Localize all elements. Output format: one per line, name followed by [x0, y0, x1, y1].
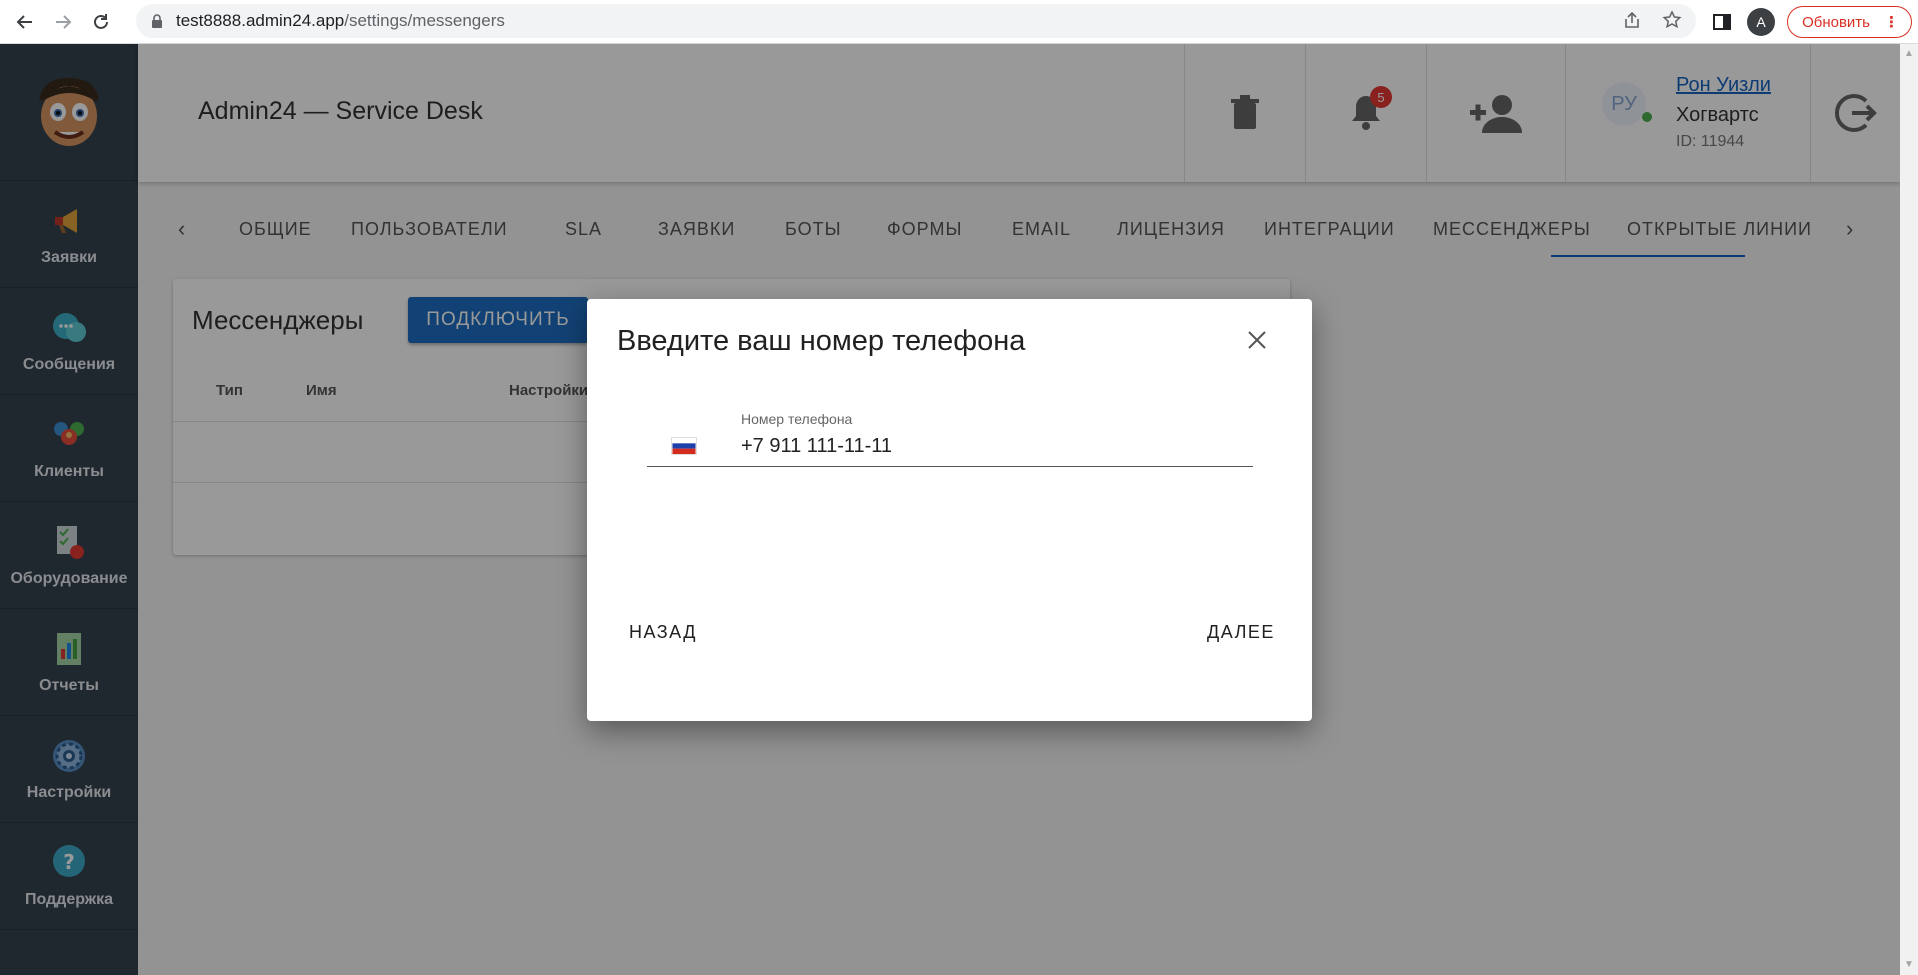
forward-arrow-icon[interactable]	[50, 9, 76, 35]
dialog-title: Введите ваш номер телефона	[617, 325, 1026, 357]
back-button[interactable]: НАЗАД	[629, 622, 697, 643]
url-text: test8888.admin24.app/settings/messengers	[176, 11, 505, 30]
lock-icon	[152, 14, 162, 28]
phone-number-field[interactable]: Номер телефона +7 911 111-11-11	[647, 405, 1253, 467]
browser-toolbar: test8888.admin24.app/settings/messengers…	[0, 0, 1918, 44]
scroll-down-icon[interactable]: ▼	[1904, 959, 1914, 970]
phone-input[interactable]: +7 911 111-11-11	[741, 435, 892, 458]
more-vert-icon: ⋮	[1884, 14, 1899, 31]
close-icon	[1248, 331, 1266, 349]
share-icon[interactable]	[1622, 10, 1642, 30]
russia-flag-icon[interactable]	[671, 437, 697, 455]
update-button[interactable]: Обновить ⋮	[1787, 6, 1912, 38]
close-button[interactable]	[1242, 325, 1272, 355]
back-arrow-icon[interactable]	[12, 9, 38, 35]
address-bar[interactable]: test8888.admin24.app/settings/messengers	[136, 4, 1696, 38]
side-panel-icon[interactable]	[1709, 9, 1735, 35]
profile-avatar[interactable]: A	[1747, 8, 1776, 36]
next-button[interactable]: ДАЛЕЕ	[1207, 622, 1275, 643]
phone-field-label: Номер телефона	[741, 411, 853, 427]
phone-number-dialog: Введите ваш номер телефона Номер телефон…	[587, 299, 1312, 721]
scroll-up-icon[interactable]: ▲	[1904, 48, 1914, 59]
reload-icon[interactable]	[88, 9, 114, 35]
page-scrollbar[interactable]: ▲ ▼	[1900, 44, 1918, 975]
bookmark-star-icon[interactable]	[1662, 10, 1682, 30]
